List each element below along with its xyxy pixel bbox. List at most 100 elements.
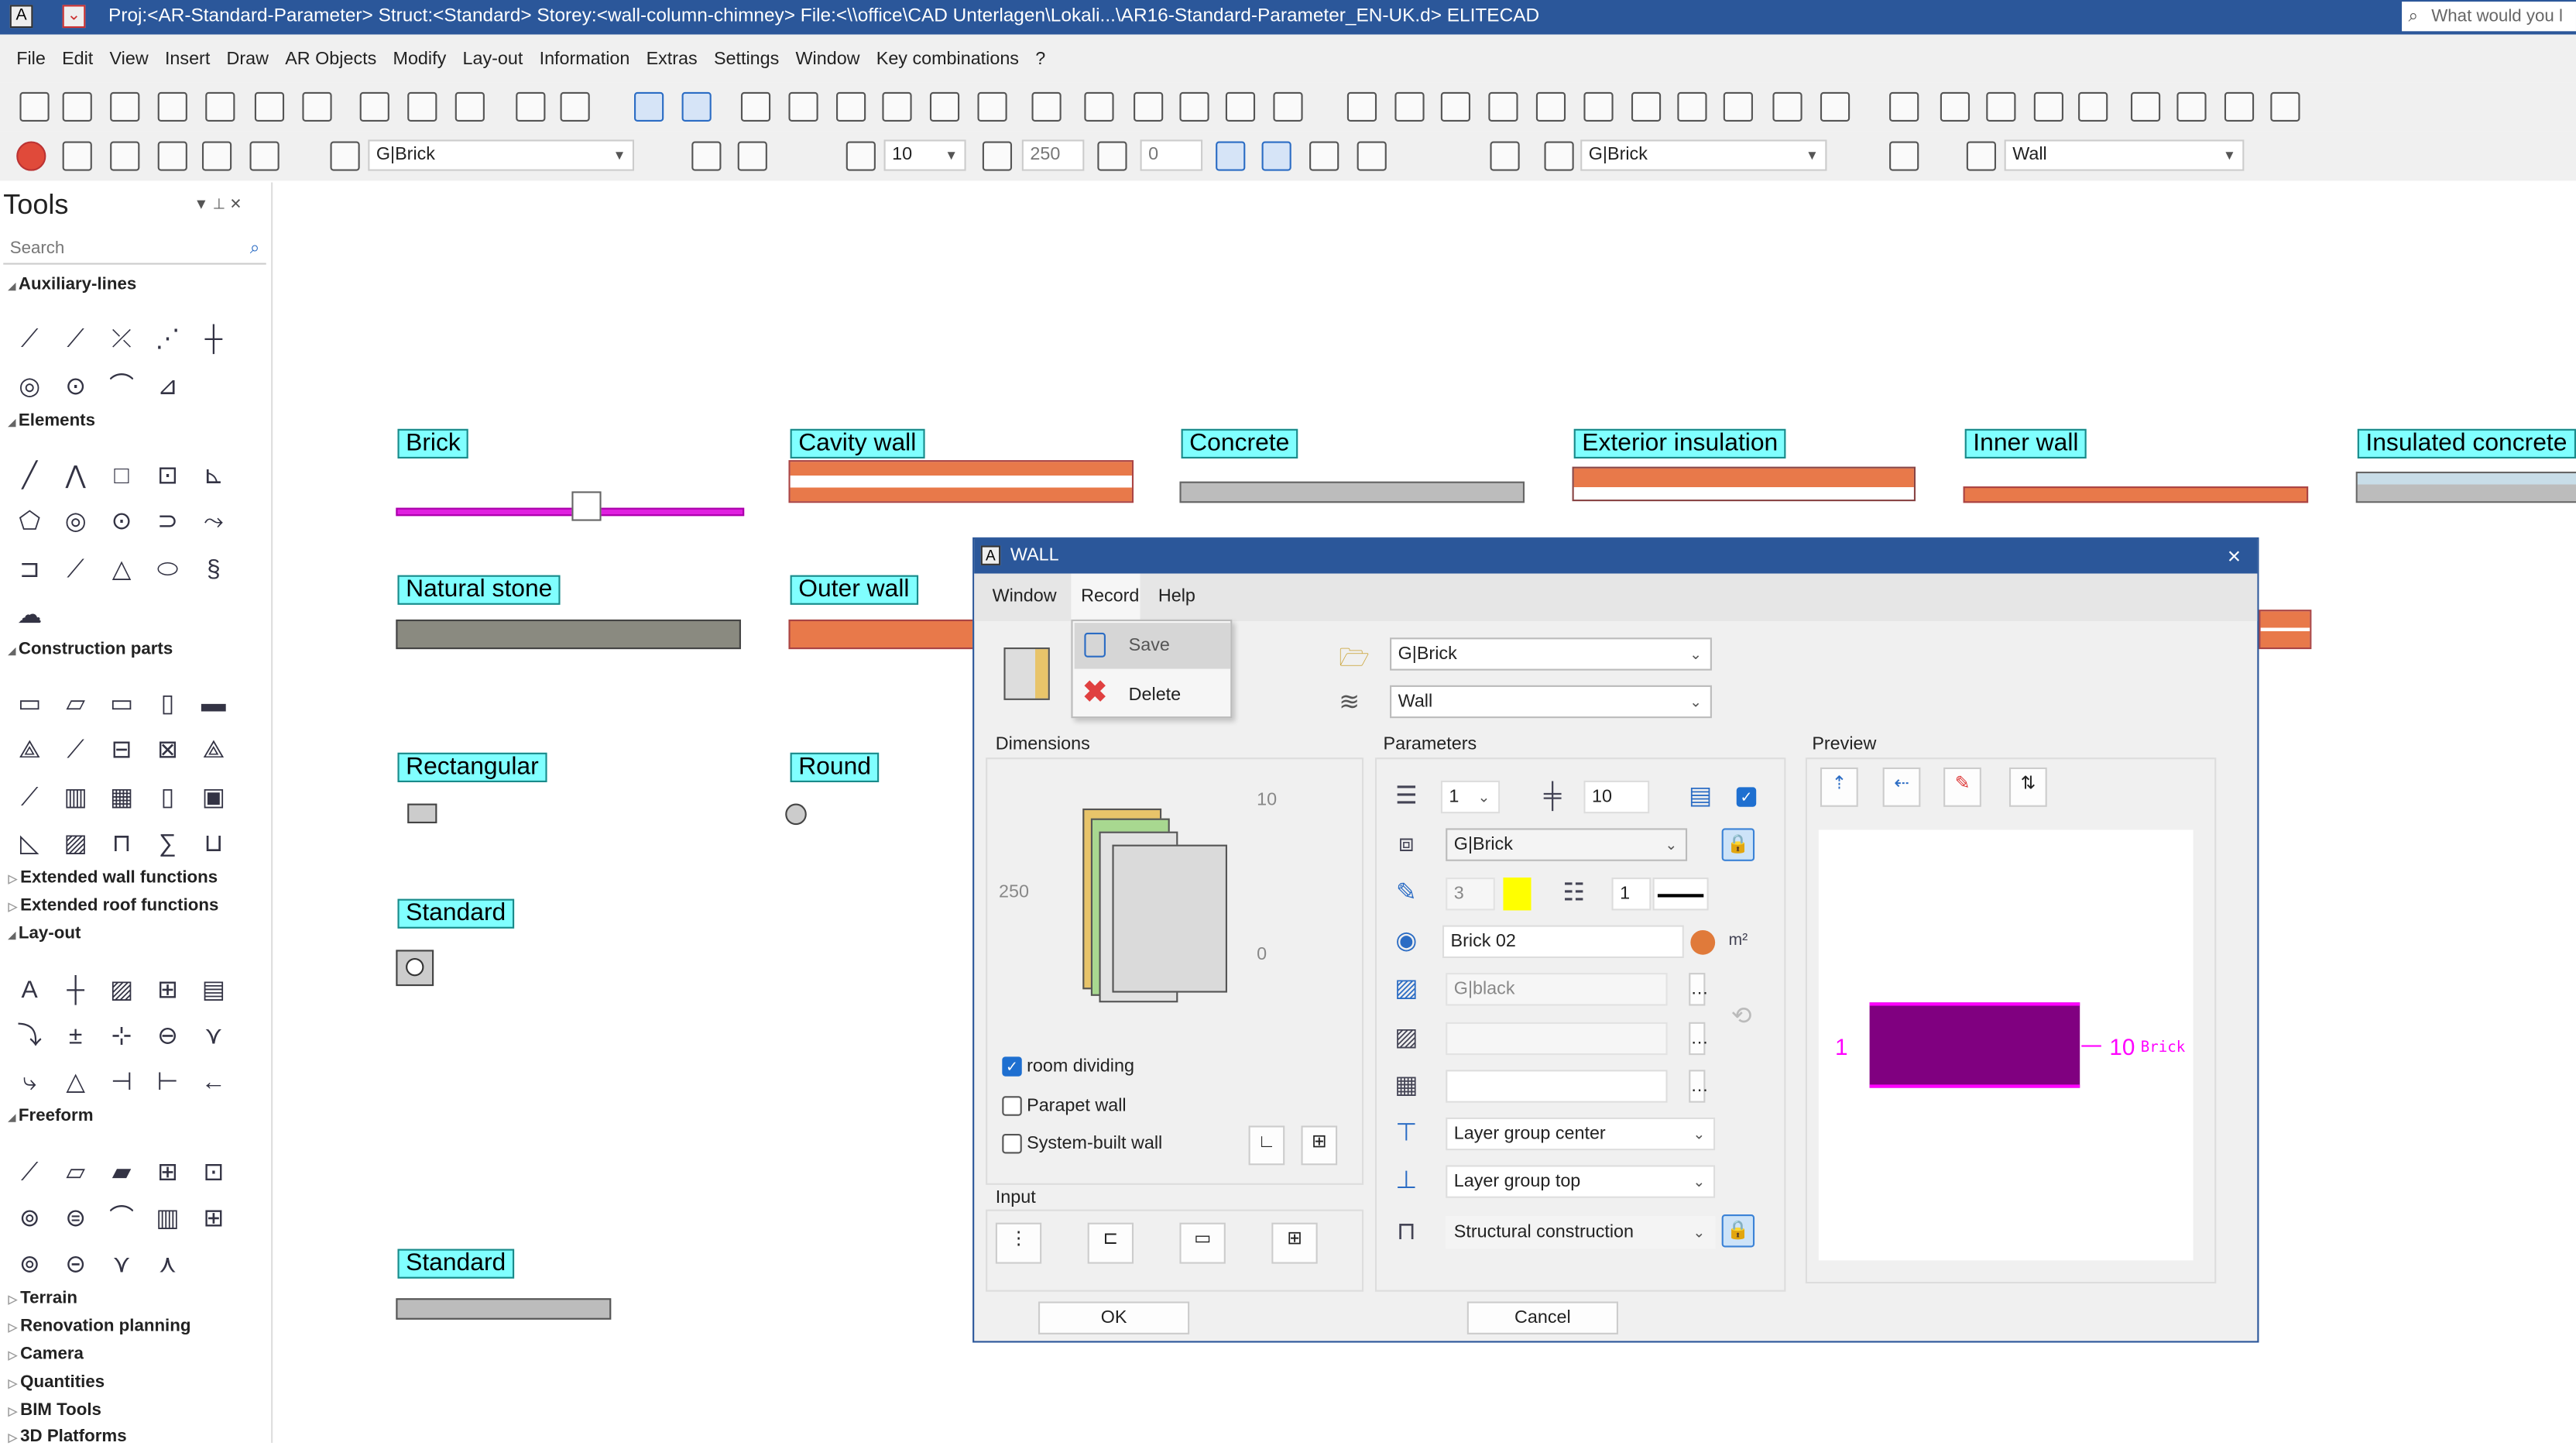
menu-file[interactable]: File — [16, 49, 46, 68]
toolbar-tool-icon[interactable] — [516, 91, 546, 122]
room-dividing-checkbox[interactable]: ✓ — [1002, 1056, 1022, 1077]
toolbar-tool-icon[interactable] — [1820, 91, 1851, 122]
tool-icon[interactable]: ▯ — [153, 690, 182, 718]
pattern-field[interactable] — [1446, 1070, 1668, 1103]
tool-icon[interactable]: ▨ — [61, 830, 91, 858]
section-extended-roof-functions[interactable]: Extended roof functions — [9, 895, 218, 915]
toolbar-tool-icon[interactable] — [1346, 91, 1377, 122]
toolbar-tool-icon[interactable] — [1179, 91, 1209, 122]
wall-insulated-concrete[interactable] — [2355, 471, 2576, 503]
layer-count-dropdown[interactable]: 1 ⌄ — [1440, 780, 1501, 814]
preview-swap-layers-button[interactable]: ⇅ — [2008, 767, 2047, 807]
tool-icon[interactable]: ⟋ — [61, 737, 91, 764]
reset-icon[interactable]: ⟲ — [1725, 1001, 1758, 1033]
toolbar-tool-icon[interactable] — [929, 91, 960, 122]
ok-button[interactable]: OK — [1038, 1301, 1190, 1334]
tool-icon[interactable]: ⊔ — [199, 830, 228, 858]
grid-add-button[interactable]: ⊞ — [1301, 1125, 1338, 1166]
tool-icon[interactable]: ◎ — [61, 508, 91, 536]
tool-icon[interactable]: ⊝ — [61, 1251, 91, 1279]
input-mode-4[interactable]: ⊞ — [1271, 1222, 1318, 1264]
toolbar-tool-icon[interactable] — [1889, 141, 1919, 171]
tool-icon[interactable]: ☁ — [15, 602, 44, 630]
wall-exterior-insulation[interactable] — [1572, 466, 1916, 502]
tool-icon[interactable]: ▣ — [199, 784, 228, 812]
toolbar-tool-icon[interactable] — [740, 91, 771, 122]
tool-icon[interactable]: ⤷ — [15, 1068, 44, 1096]
tool-icon[interactable]: ╱ — [15, 462, 44, 489]
tool-icon[interactable]: ⟋ — [15, 784, 44, 812]
tool-icon[interactable]: ← — [199, 1068, 228, 1096]
section-auxiliary-lines[interactable]: Auxiliary-lines — [9, 274, 137, 294]
tool-icon[interactable]: ⊠ — [153, 737, 182, 764]
tool-icon[interactable]: ▥ — [153, 1204, 182, 1232]
tool-icon[interactable]: § — [199, 555, 228, 583]
tool-icon[interactable]: ⤫ — [107, 325, 136, 353]
wall-cavity[interactable] — [788, 460, 1134, 503]
wall-standard[interactable] — [396, 1298, 612, 1320]
column-round[interactable] — [785, 803, 807, 826]
toolbar-tool-icon[interactable] — [982, 141, 1013, 171]
tool-icon[interactable]: ▯ — [153, 784, 182, 812]
tool-icon[interactable]: ⋎ — [107, 1251, 136, 1279]
pattern-browse-button[interactable]: … — [1689, 1070, 1709, 1103]
tool-icon[interactable]: ⊹ — [107, 1022, 136, 1050]
toolbar-tool-icon[interactable] — [201, 141, 232, 171]
hatch-browse-button[interactable]: … — [1689, 973, 1709, 1006]
material-dropdown[interactable]: G|Brick ⌄ — [1390, 637, 1712, 671]
tool-icon[interactable]: ▰ — [107, 1159, 136, 1187]
menu-help[interactable]: ? — [1035, 49, 1045, 68]
toolbar-tool-icon[interactable] — [1225, 91, 1256, 122]
linetype-field[interactable]: 1 — [1611, 878, 1652, 911]
tool-icon[interactable]: ┼ — [61, 976, 91, 1004]
preview-insert-side-button[interactable]: ⇠ — [1882, 767, 1921, 807]
toolbar-tool-icon[interactable] — [1488, 91, 1518, 122]
toolbar-tool-icon[interactable] — [62, 91, 92, 122]
dim-thickness[interactable]: 10 — [1250, 785, 1300, 819]
section-camera[interactable]: Camera — [9, 1345, 84, 1364]
toolbar-tool-icon[interactable] — [1216, 141, 1246, 171]
app-icon[interactable]: A — [9, 5, 33, 29]
wall-natural-stone[interactable] — [396, 619, 741, 650]
toolbar-tool-icon[interactable] — [1273, 91, 1303, 122]
tool-icon[interactable]: ▦ — [107, 784, 136, 812]
toolbar-tool-icon[interactable] — [977, 91, 1007, 122]
section-renovation-planning[interactable]: Renovation planning — [9, 1317, 191, 1336]
tool-icon[interactable]: ⊞ — [199, 1204, 228, 1232]
tell-me-search[interactable]: ⌕ What would you l — [2402, 2, 2576, 32]
toolbar-tool-icon[interactable] — [1357, 141, 1387, 171]
toolbar-tool-icon[interactable] — [2130, 91, 2161, 122]
menu-layout[interactable]: Lay-out — [462, 49, 523, 68]
toolbar-tool-icon[interactable] — [2224, 91, 2255, 122]
toolbar-tool-icon[interactable] — [454, 91, 485, 122]
hatch2-browse-button[interactable]: … — [1689, 1022, 1709, 1056]
document-icon[interactable]: ⌄ — [62, 5, 86, 29]
tool-icon[interactable]: ⟋ — [61, 325, 91, 353]
tool-icon[interactable]: ⋰ — [153, 325, 182, 353]
tool-icon[interactable]: △ — [61, 1068, 91, 1096]
section-freeform[interactable]: Freeform — [9, 1106, 94, 1125]
toolbar-tool-icon[interactable] — [691, 141, 722, 171]
position-dropdown[interactable]: Layer group top ⌄ — [1446, 1165, 1716, 1198]
toolbar-tool-icon[interactable] — [1677, 91, 1707, 122]
toolbar-tool-icon[interactable] — [1084, 91, 1114, 122]
toolbar-tool-icon[interactable] — [157, 141, 187, 171]
menu-draw[interactable]: Draw — [227, 49, 269, 68]
section-construction-parts[interactable]: Construction parts — [9, 639, 173, 658]
tool-icon[interactable]: ⋀ — [61, 462, 91, 489]
toolbar-tool-icon[interactable] — [110, 91, 140, 122]
cancel-button[interactable]: Cancel — [1466, 1301, 1618, 1334]
toolbar-tool-icon[interactable] — [359, 91, 389, 122]
function-dropdown[interactable]: Structural construction ⌄ — [1446, 1216, 1716, 1249]
layer-thickness-field[interactable]: 10 — [1583, 780, 1650, 814]
lock-button[interactable]: 🔒 — [1721, 828, 1755, 861]
toolbar-tool-icon[interactable] — [1440, 91, 1471, 122]
chimney-standard[interactable] — [396, 950, 434, 987]
input-mode-1[interactable]: ⋮ — [995, 1222, 1042, 1264]
tool-icon[interactable]: ⊖ — [153, 1022, 182, 1050]
tool-icon[interactable]: ⊿ — [153, 373, 182, 401]
section-lay-out[interactable]: Lay-out — [9, 923, 81, 943]
toolbar-tool-icon[interactable] — [62, 141, 92, 171]
toolbar-tool-icon[interactable] — [110, 141, 140, 171]
tool-icon[interactable]: ⬭ — [153, 555, 182, 583]
